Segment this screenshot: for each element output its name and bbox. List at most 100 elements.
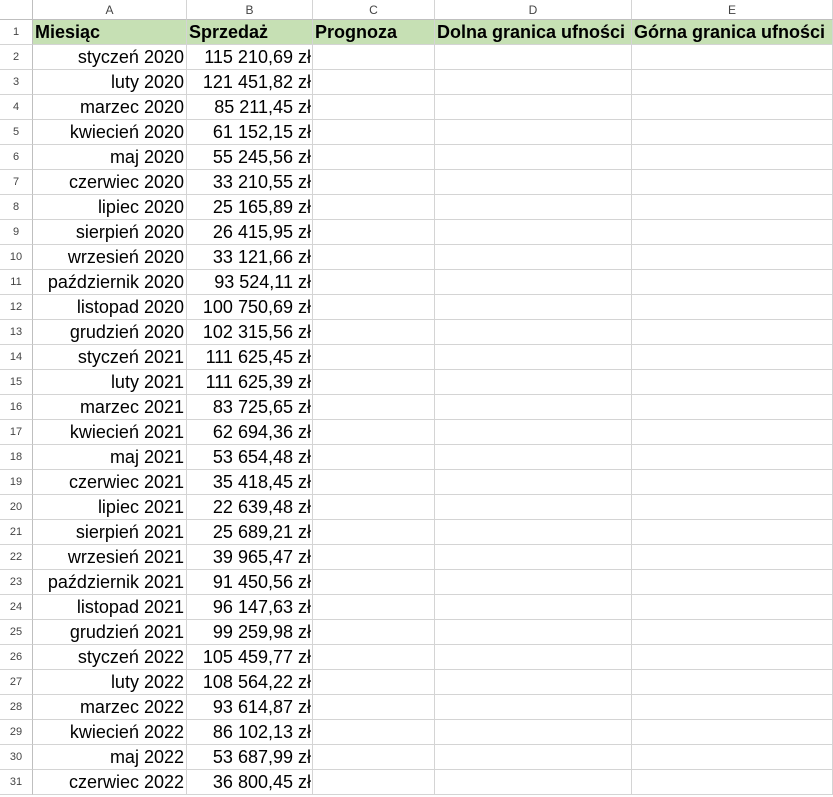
select-all-corner[interactable] [0,0,33,20]
upper-bound-cell[interactable] [632,520,833,545]
sales-cell[interactable]: 62 694,36 zł [187,420,313,445]
header-cell-month[interactable]: Miesiąc [33,20,187,45]
forecast-cell[interactable] [313,720,435,745]
month-cell[interactable]: wrzesień 2020 [33,245,187,270]
upper-bound-cell[interactable] [632,770,833,795]
row-header[interactable]: 30 [0,745,33,770]
header-cell-sales[interactable]: Sprzedaż [187,20,313,45]
row-header[interactable]: 6 [0,145,33,170]
row-header[interactable]: 3 [0,70,33,95]
lower-bound-cell[interactable] [435,270,632,295]
sales-cell[interactable]: 83 725,65 zł [187,395,313,420]
sales-cell[interactable]: 96 147,63 zł [187,595,313,620]
sales-cell[interactable]: 93 524,11 zł [187,270,313,295]
forecast-cell[interactable] [313,545,435,570]
row-header[interactable]: 12 [0,295,33,320]
row-header[interactable]: 22 [0,545,33,570]
upper-bound-cell[interactable] [632,620,833,645]
sales-cell[interactable]: 53 654,48 zł [187,445,313,470]
upper-bound-cell[interactable] [632,445,833,470]
lower-bound-cell[interactable] [435,195,632,220]
month-cell[interactable]: październik 2021 [33,570,187,595]
month-cell[interactable]: listopad 2021 [33,595,187,620]
upper-bound-cell[interactable] [632,545,833,570]
upper-bound-cell[interactable] [632,145,833,170]
lower-bound-cell[interactable] [435,295,632,320]
row-header[interactable]: 8 [0,195,33,220]
forecast-cell[interactable] [313,570,435,595]
row-header[interactable]: 1 [0,20,33,45]
upper-bound-cell[interactable] [632,170,833,195]
lower-bound-cell[interactable] [435,520,632,545]
lower-bound-cell[interactable] [435,670,632,695]
lower-bound-cell[interactable] [435,570,632,595]
sales-cell[interactable]: 102 315,56 zł [187,320,313,345]
month-cell[interactable]: wrzesień 2021 [33,545,187,570]
upper-bound-cell[interactable] [632,45,833,70]
row-header[interactable]: 24 [0,595,33,620]
month-cell[interactable]: czerwiec 2021 [33,470,187,495]
row-header[interactable]: 29 [0,720,33,745]
month-cell[interactable]: listopad 2020 [33,295,187,320]
month-cell[interactable]: luty 2020 [33,70,187,95]
forecast-cell[interactable] [313,170,435,195]
forecast-cell[interactable] [313,95,435,120]
lower-bound-cell[interactable] [435,220,632,245]
row-header[interactable]: 16 [0,395,33,420]
sales-cell[interactable]: 33 121,66 zł [187,245,313,270]
upper-bound-cell[interactable] [632,695,833,720]
sales-cell[interactable]: 108 564,22 zł [187,670,313,695]
sales-cell[interactable]: 61 152,15 zł [187,120,313,145]
upper-bound-cell[interactable] [632,345,833,370]
month-cell[interactable]: styczeń 2021 [33,345,187,370]
upper-bound-cell[interactable] [632,295,833,320]
month-cell[interactable]: kwiecień 2020 [33,120,187,145]
upper-bound-cell[interactable] [632,570,833,595]
month-cell[interactable]: styczeń 2020 [33,45,187,70]
month-cell[interactable]: luty 2022 [33,670,187,695]
row-header[interactable]: 25 [0,620,33,645]
forecast-cell[interactable] [313,595,435,620]
upper-bound-cell[interactable] [632,670,833,695]
forecast-cell[interactable] [313,245,435,270]
column-header-d[interactable]: D [435,0,632,20]
forecast-cell[interactable] [313,420,435,445]
forecast-cell[interactable] [313,470,435,495]
forecast-cell[interactable] [313,645,435,670]
sales-cell[interactable]: 100 750,69 zł [187,295,313,320]
sales-cell[interactable]: 93 614,87 zł [187,695,313,720]
month-cell[interactable]: grudzień 2020 [33,320,187,345]
column-header-b[interactable]: B [187,0,313,20]
lower-bound-cell[interactable] [435,770,632,795]
forecast-cell[interactable] [313,195,435,220]
lower-bound-cell[interactable] [435,145,632,170]
forecast-cell[interactable] [313,745,435,770]
sales-cell[interactable]: 121 451,82 zł [187,70,313,95]
lower-bound-cell[interactable] [435,120,632,145]
row-header[interactable]: 26 [0,645,33,670]
row-header[interactable]: 28 [0,695,33,720]
month-cell[interactable]: październik 2020 [33,270,187,295]
upper-bound-cell[interactable] [632,320,833,345]
month-cell[interactable]: kwiecień 2021 [33,420,187,445]
row-header[interactable]: 18 [0,445,33,470]
upper-bound-cell[interactable] [632,645,833,670]
column-header-c[interactable]: C [313,0,435,20]
row-header[interactable]: 23 [0,570,33,595]
upper-bound-cell[interactable] [632,720,833,745]
forecast-cell[interactable] [313,495,435,520]
forecast-cell[interactable] [313,270,435,295]
upper-bound-cell[interactable] [632,370,833,395]
lower-bound-cell[interactable] [435,45,632,70]
sales-cell[interactable]: 111 625,39 zł [187,370,313,395]
lower-bound-cell[interactable] [435,495,632,520]
lower-bound-cell[interactable] [435,95,632,120]
row-header[interactable]: 17 [0,420,33,445]
lower-bound-cell[interactable] [435,320,632,345]
forecast-cell[interactable] [313,395,435,420]
upper-bound-cell[interactable] [632,95,833,120]
sales-cell[interactable]: 36 800,45 zł [187,770,313,795]
row-header[interactable]: 19 [0,470,33,495]
sales-cell[interactable]: 55 245,56 zł [187,145,313,170]
lower-bound-cell[interactable] [435,370,632,395]
